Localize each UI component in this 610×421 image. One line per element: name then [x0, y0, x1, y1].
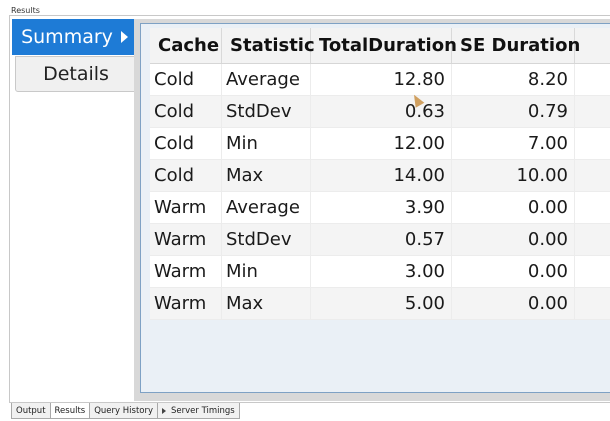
- cell-totalduration: 12.00: [311, 128, 452, 159]
- column-header-statistic[interactable]: Statistic: [222, 28, 315, 63]
- tab-server-timings[interactable]: Server Timings: [157, 403, 240, 419]
- table-row[interactable]: Warm Average 3.90 0.00: [150, 192, 610, 224]
- cell-totalduration: 0.57: [311, 224, 452, 255]
- cell-statistic: Max: [222, 288, 311, 319]
- tab-output-label: Output: [16, 405, 46, 416]
- side-tabs: Summary Details: [12, 19, 137, 93]
- cell-statistic: Average: [222, 64, 311, 95]
- cell-statistic: Min: [222, 128, 311, 159]
- cell-totalduration: 14.00: [311, 160, 452, 191]
- tab-results[interactable]: Results: [49, 403, 91, 419]
- play-triangle-icon: [162, 407, 167, 414]
- cell-se-duration: 7.00: [452, 128, 575, 159]
- cell-cache: Warm: [150, 256, 222, 287]
- cell-statistic: StdDev: [222, 96, 311, 127]
- cell-se-duration: 0.00: [452, 192, 575, 223]
- cell-statistic: Max: [222, 160, 311, 191]
- tab-summary-label: Summary: [21, 26, 113, 48]
- table-row[interactable]: Warm Max 5.00 0.00: [150, 288, 610, 320]
- cell-cache: Warm: [150, 288, 222, 319]
- cell-extra: [575, 256, 610, 287]
- cell-statistic: Average: [222, 192, 311, 223]
- cell-se-duration: 0.00: [452, 288, 575, 319]
- table-row[interactable]: Cold StdDev 0.63 0.79: [150, 96, 610, 128]
- grid-header: Cache Statistic TotalDuration SE Duratio…: [150, 28, 610, 64]
- cell-cache: Cold: [150, 128, 222, 159]
- cell-totalduration: 3.00: [311, 256, 452, 287]
- tab-details-label: Details: [43, 63, 109, 85]
- cell-se-duration: 8.20: [452, 64, 575, 95]
- cell-cache: Warm: [150, 192, 222, 223]
- tab-query-history-label: Query History: [94, 405, 154, 416]
- tab-results-label: Results: [54, 405, 86, 416]
- cell-cache: Cold: [150, 64, 222, 95]
- column-header-totalduration[interactable]: TotalDuration: [311, 28, 457, 63]
- cell-extra: [575, 192, 610, 223]
- cell-extra: [575, 160, 610, 191]
- cell-se-duration: 0.00: [452, 224, 575, 255]
- table-row[interactable]: Cold Max 14.00 10.00: [150, 160, 610, 192]
- table-row[interactable]: Cold Min 12.00 7.00: [150, 128, 610, 160]
- cell-cache: Cold: [150, 160, 222, 191]
- cell-se-duration: 0.79: [452, 96, 575, 127]
- chevron-right-icon: [120, 31, 128, 43]
- tab-output[interactable]: Output: [11, 403, 51, 419]
- cell-extra: [575, 64, 610, 95]
- column-header-se-duration[interactable]: SE Duration: [452, 28, 580, 63]
- cell-extra: [575, 96, 610, 127]
- cell-totalduration: 0.63: [311, 96, 452, 127]
- table-row[interactable]: Warm StdDev 0.57 0.00: [150, 224, 610, 256]
- table-row[interactable]: Warm Min 3.00 0.00: [150, 256, 610, 288]
- cell-totalduration: 12.80: [311, 64, 452, 95]
- cell-extra: [575, 128, 610, 159]
- results-panel-title: Results: [11, 6, 40, 15]
- cell-cache: Warm: [150, 224, 222, 255]
- cell-extra: [575, 224, 610, 255]
- cell-se-duration: 0.00: [452, 256, 575, 287]
- column-header-extra[interactable]: [575, 28, 610, 63]
- tab-server-timings-label: Server Timings: [171, 405, 235, 416]
- cell-extra: [575, 288, 610, 319]
- cell-cache: Cold: [150, 96, 222, 127]
- cell-se-duration: 10.00: [452, 160, 575, 191]
- grid-empty-area: [150, 320, 610, 391]
- cell-totalduration: 3.90: [311, 192, 452, 223]
- tab-details[interactable]: Details: [15, 56, 137, 92]
- cell-totalduration: 5.00: [311, 288, 452, 319]
- table-row[interactable]: Cold Average 12.80 8.20: [150, 64, 610, 96]
- bottom-tab-bar: Output Results Query History Server Timi…: [11, 403, 240, 419]
- tab-query-history[interactable]: Query History: [89, 403, 159, 419]
- column-header-cache[interactable]: Cache: [150, 28, 222, 63]
- cell-statistic: StdDev: [222, 224, 311, 255]
- tab-summary[interactable]: Summary: [12, 19, 137, 55]
- grid-rows: Cold Average 12.80 8.20 Cold StdDev 0.63…: [150, 64, 610, 320]
- cell-statistic: Min: [222, 256, 311, 287]
